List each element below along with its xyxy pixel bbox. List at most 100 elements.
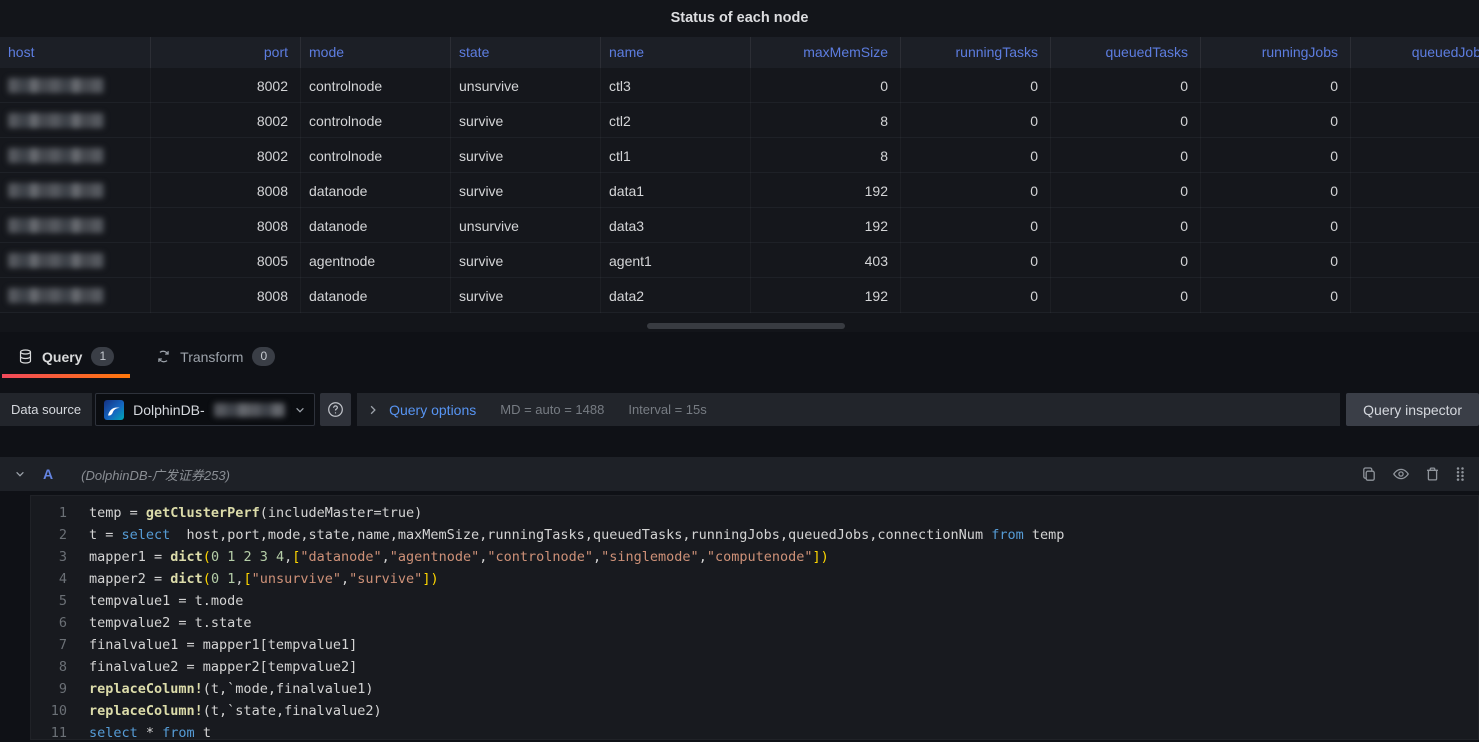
table-body: 8002controlnodeunsurvivectl30000 8002cont… (0, 68, 1479, 313)
table-horizontal-scrollbar[interactable] (647, 323, 845, 329)
panel-title[interactable]: Status of each node (0, 0, 1479, 37)
cell-maxMemSize: 403 (751, 243, 901, 278)
cell-host (0, 208, 151, 243)
line-number: 8 (31, 656, 67, 678)
query-inspector-button[interactable]: Query inspector (1346, 393, 1479, 426)
cell-runningTasks: 0 (901, 68, 1051, 103)
column-header-state[interactable]: state (451, 37, 601, 68)
query-row-header[interactable]: A (DolphinDB-广发证券253) (0, 457, 1479, 491)
cell-queuedTasks: 0 (1051, 243, 1201, 278)
cell-port: 8002 (151, 103, 301, 138)
line-number: 10 (31, 700, 67, 722)
cell-queuedTasks: 0 (1051, 103, 1201, 138)
cell-runningJobs: 0 (1201, 103, 1351, 138)
cell-queuedJobs (1351, 278, 1479, 313)
transform-icon (156, 349, 171, 364)
query-ref-id: A (43, 466, 53, 482)
cell-maxMemSize: 192 (751, 278, 901, 313)
query-datasource-title: (DolphinDB-广发证券253) (81, 465, 230, 484)
line-number: 7 (31, 634, 67, 656)
table-header: hostportmodestatenamemaxMemSizerunningTa… (0, 37, 1479, 68)
table-row: 8008datanodesurvivedata1192000 (0, 173, 1479, 208)
redacted-host-value (8, 113, 104, 128)
column-header-host[interactable]: host (0, 37, 151, 68)
column-header-maxMemSize[interactable]: maxMemSize (751, 37, 901, 68)
cell-runningTasks: 0 (901, 103, 1051, 138)
cell-name: data1 (601, 173, 751, 208)
column-header-queuedTasks[interactable]: queuedTasks (1051, 37, 1201, 68)
column-header-name[interactable]: name (601, 37, 751, 68)
line-number: 1 (31, 502, 67, 524)
cell-queuedJobs (1351, 138, 1479, 173)
tab-query-label: Query (42, 349, 82, 365)
query-count-badge: 1 (91, 347, 114, 366)
code-line: 7finalvalue1 = mapper1[tempvalue1] (31, 634, 1478, 656)
chevron-down-icon (294, 404, 306, 416)
table-row: 8008datanodeunsurvivedata3192000 (0, 208, 1479, 243)
cell-queuedJobs (1351, 243, 1479, 278)
cell-port: 8008 (151, 173, 301, 208)
datasource-picker[interactable]: DolphinDB- (95, 393, 315, 426)
cell-maxMemSize: 0 (751, 68, 901, 103)
cell-maxMemSize: 8 (751, 138, 901, 173)
column-header-runningJobs[interactable]: runningJobs (1201, 37, 1351, 68)
cell-queuedTasks: 0 (1051, 278, 1201, 313)
drag-handle-icon[interactable] (1455, 466, 1465, 482)
column-header-mode[interactable]: mode (301, 37, 451, 68)
copy-icon[interactable] (1361, 466, 1377, 482)
line-number: 5 (31, 590, 67, 612)
cell-name: ctl2 (601, 103, 751, 138)
cell-host (0, 243, 151, 278)
datasource-label: Data source (0, 393, 92, 426)
table-row: 8002controlnodesurvivectl18000 (0, 138, 1479, 173)
cell-runningJobs: 0 (1201, 173, 1351, 208)
trash-icon[interactable] (1425, 466, 1440, 482)
cell-state: survive (451, 173, 601, 208)
cell-runningTasks: 0 (901, 243, 1051, 278)
code-line: 9replaceColumn!(t,`mode,finalvalue1) (31, 678, 1478, 700)
query-options-toggle[interactable]: Query options (389, 402, 476, 418)
collapse-chevron-down-icon[interactable] (14, 468, 26, 480)
column-header-port[interactable]: port (151, 37, 301, 68)
datasource-help-button[interactable] (320, 393, 351, 426)
cell-maxMemSize: 192 (751, 173, 901, 208)
cell-queuedJobs (1351, 68, 1479, 103)
cell-runningJobs: 0 (1201, 68, 1351, 103)
line-number: 2 (31, 524, 67, 546)
cell-host (0, 278, 151, 313)
tab-transform[interactable]: Transform 0 (140, 338, 291, 378)
cell-runningJobs: 0 (1201, 243, 1351, 278)
query-code-editor[interactable]: 1temp = getClusterPerf(includeMaster=tru… (30, 495, 1479, 740)
column-header-queuedJobs[interactable]: queuedJobs (1351, 37, 1479, 68)
table-row: 8002controlnodeunsurvivectl30000 (0, 68, 1479, 103)
line-number: 4 (31, 568, 67, 590)
angle-right-icon (367, 404, 379, 416)
redacted-host-value (8, 288, 104, 303)
interval-text: Interval = 15s (628, 402, 706, 417)
tab-query[interactable]: Query 1 (2, 338, 130, 378)
column-header-runningTasks[interactable]: runningTasks (901, 37, 1051, 68)
code-line: 6tempvalue2 = t.state (31, 612, 1478, 634)
datasource-name: DolphinDB- (133, 402, 205, 418)
cell-state: survive (451, 103, 601, 138)
cell-queuedJobs (1351, 103, 1479, 138)
query-options-strip: Query options MD = auto = 1488 Interval … (357, 393, 1340, 426)
cell-port: 8008 (151, 208, 301, 243)
transform-count-badge: 0 (252, 347, 275, 366)
redacted-host-value (8, 148, 104, 163)
redacted-host-value (8, 218, 104, 233)
dolphindb-logo (104, 400, 124, 420)
code-line: 5tempvalue1 = t.mode (31, 590, 1478, 612)
code-line: 8finalvalue2 = mapper2[tempvalue2] (31, 656, 1478, 678)
database-icon (18, 349, 33, 364)
max-data-points-text: MD = auto = 1488 (500, 402, 604, 417)
query-actions (1361, 466, 1465, 482)
cell-queuedTasks: 0 (1051, 68, 1201, 103)
line-number: 9 (31, 678, 67, 700)
cell-mode: datanode (301, 208, 451, 243)
cell-state: unsurvive (451, 68, 601, 103)
eye-icon[interactable] (1392, 466, 1410, 482)
cell-mode: datanode (301, 173, 451, 208)
cell-runningTasks: 0 (901, 173, 1051, 208)
code-line: 4mapper2 = dict(0 1,["unsurvive","surviv… (31, 568, 1478, 590)
